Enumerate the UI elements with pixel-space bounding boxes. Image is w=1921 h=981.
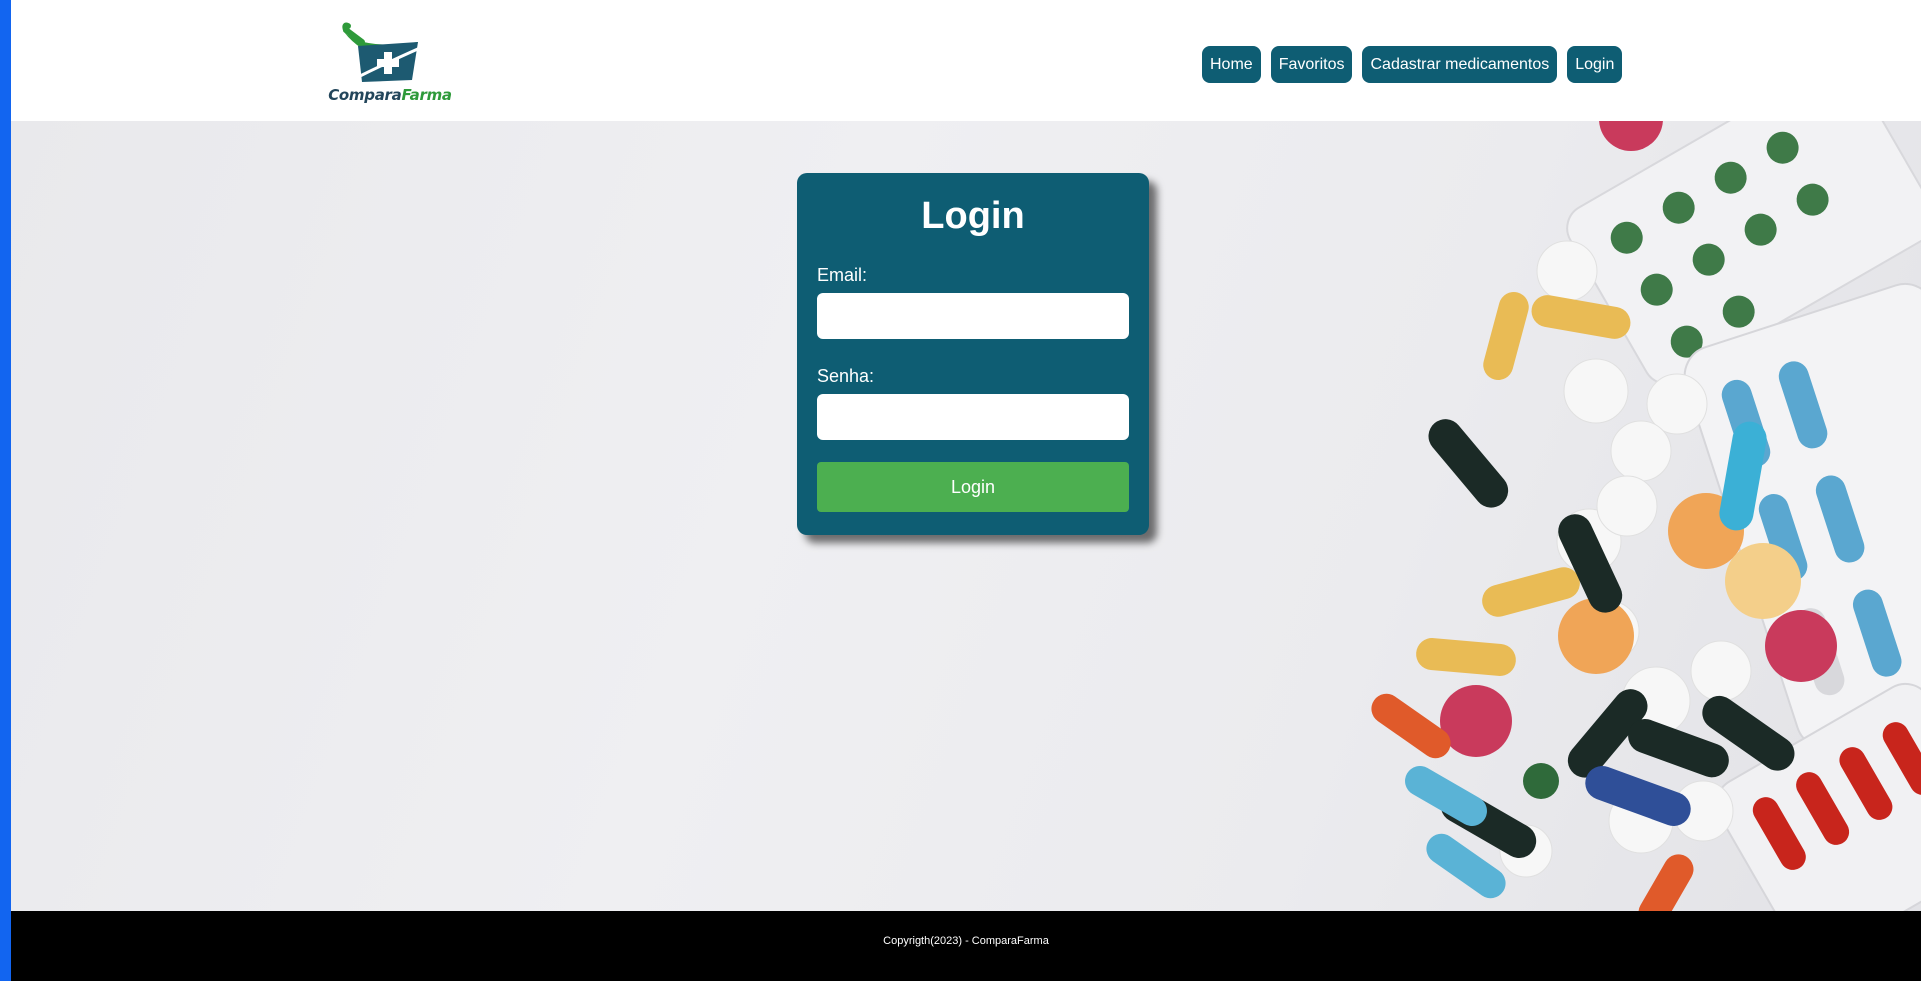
nav-home-button[interactable]: Home <box>1202 46 1261 83</box>
window-left-edge <box>0 0 11 981</box>
main-nav: Home Favoritos Cadastrar medicamentos Lo… <box>1202 46 1623 83</box>
nav-login-button[interactable]: Login <box>1567 46 1623 83</box>
main-content: Login Email: Senha: Login <box>11 121 1921 911</box>
nav-favoritos-button[interactable]: Favoritos <box>1270 46 1353 83</box>
login-title: Login <box>921 195 1025 237</box>
site-header: ComparaFarma Home Favoritos Cadastrar me… <box>11 0 1921 121</box>
login-card: Login Email: Senha: Login <box>797 173 1149 535</box>
email-label: Email: <box>817 265 868 285</box>
basket-with-medical-cross-icon <box>342 22 421 82</box>
email-field[interactable] <box>817 293 1129 339</box>
pills-background-image <box>1371 121 1921 911</box>
compara-farma-logo[interactable]: ComparaFarma <box>322 20 458 110</box>
site-footer: Copyrigth(2023) - ComparaFarma <box>11 911 1921 981</box>
nav-cadastrar-medicamentos-button[interactable]: Cadastrar medicamentos <box>1362 46 1558 83</box>
copyright-text: Copyrigth(2023) - ComparaFarma <box>883 935 1049 947</box>
password-label: Senha: <box>817 366 875 386</box>
login-submit-button[interactable]: Login <box>817 462 1129 512</box>
password-field[interactable] <box>817 394 1129 440</box>
logo-wordmark: ComparaFarma <box>328 86 452 104</box>
